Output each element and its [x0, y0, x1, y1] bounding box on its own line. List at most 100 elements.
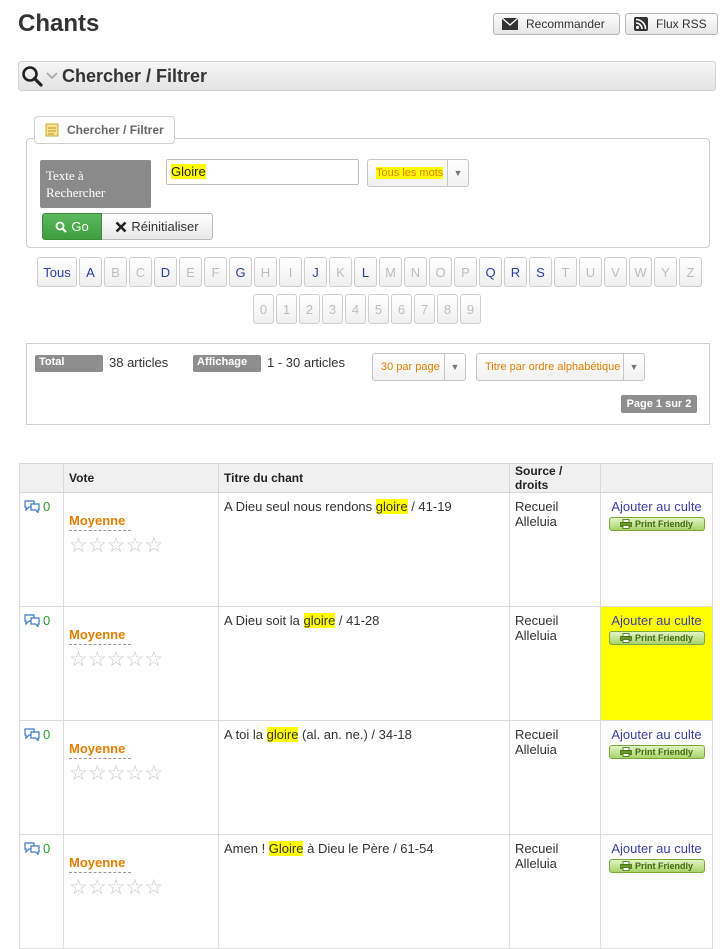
number-filter-4: 4	[345, 294, 366, 324]
number-filter-3: 3	[322, 294, 343, 324]
letter-filter-j[interactable]: J	[304, 257, 327, 287]
print-friendly-button[interactable]: Print Friendly	[608, 517, 705, 531]
rating-stars[interactable]: ☆☆☆☆☆	[69, 763, 213, 785]
title-cell[interactable]: A Dieu soit la gloire / 41-28	[218, 606, 510, 721]
star-icon[interactable]: ☆	[88, 876, 107, 899]
star-icon[interactable]: ☆	[88, 534, 107, 557]
star-icon[interactable]: ☆	[69, 534, 88, 557]
sort-select[interactable]: Titre par ordre alphabétique ▼	[476, 353, 645, 381]
title-cell[interactable]: A Dieu seul nous rendons gloire / 41-19	[218, 492, 510, 607]
comments-cell: 0	[19, 606, 64, 721]
title-text[interactable]: A Dieu seul nous rendons gloire / 41-19	[224, 499, 452, 514]
go-button[interactable]: Go	[42, 213, 102, 240]
filter-toggle-bar[interactable]: Chercher / Filtrer	[18, 61, 716, 91]
star-icon[interactable]: ☆	[69, 876, 88, 899]
number-filter: 0123456789	[253, 294, 481, 324]
comments-cell: 0	[19, 492, 64, 607]
comments-link[interactable]: 0	[24, 727, 58, 742]
recommend-button[interactable]: Recommander	[493, 13, 620, 35]
number-filter-9: 9	[460, 294, 481, 324]
star-icon[interactable]: ☆	[107, 534, 126, 557]
star-icon[interactable]: ☆	[125, 534, 144, 557]
search-highlight: gloire	[266, 727, 299, 742]
col-header-vote[interactable]: Vote	[63, 463, 219, 493]
star-icon[interactable]: ☆	[69, 648, 88, 671]
rss-icon	[634, 17, 648, 31]
letter-filter-r[interactable]: R	[504, 257, 527, 287]
caret-down-icon: ▼	[623, 354, 644, 380]
search-highlight: Gloire	[268, 841, 304, 856]
star-icon[interactable]: ☆	[125, 762, 144, 785]
star-icon[interactable]: ☆	[107, 648, 126, 671]
table-row: 0 Moyenne ☆☆☆☆☆ Amen ! Gloire à Dieu le Pèr…	[19, 834, 713, 949]
display-badge: Affichage	[193, 355, 261, 372]
title-text[interactable]: A toi la gloire (al. an. ne.) / 34-18	[224, 727, 412, 742]
title-text[interactable]: A Dieu soit la gloire / 41-28	[224, 613, 379, 628]
actions-cell: Ajouter au culte Print Friendly	[600, 720, 713, 835]
letter-filter-tous[interactable]: Tous	[37, 257, 77, 287]
letter-filter-q[interactable]: Q	[479, 257, 502, 287]
add-to-service-link[interactable]: Ajouter au culte	[606, 499, 707, 514]
letter-filter-s[interactable]: S	[529, 257, 552, 287]
per-page-value: 30 par page	[381, 361, 440, 373]
actions-cell: Ajouter au culte Print Friendly	[600, 492, 713, 607]
legend-label: Chercher / Filtrer	[67, 123, 164, 137]
title-text[interactable]: Amen ! Gloire à Dieu le Père / 61-54	[224, 841, 434, 856]
star-icon[interactable]: ☆	[144, 648, 163, 671]
print-friendly-button[interactable]: Print Friendly	[608, 631, 705, 645]
star-icon[interactable]: ☆	[125, 648, 144, 671]
letter-filter-a[interactable]: A	[79, 257, 102, 287]
add-to-service-link[interactable]: Ajouter au culte	[606, 727, 707, 742]
vote-cell: Moyenne ☆☆☆☆☆	[63, 492, 219, 607]
add-to-service-link[interactable]: Ajouter au culte	[606, 841, 707, 856]
letter-filter-d[interactable]: D	[154, 257, 177, 287]
comments-cell: 0	[19, 834, 64, 949]
star-icon[interactable]: ☆	[107, 762, 126, 785]
printer-icon	[620, 861, 632, 871]
recommend-label: Recommander	[526, 17, 605, 31]
printer-icon	[620, 519, 632, 529]
source-cell: Recueil Alleluia	[509, 606, 601, 721]
star-icon[interactable]: ☆	[107, 876, 126, 899]
alphabet-filter: Tous A B C D E F G H I J K L M N O P Q R S T U V W Y Z	[37, 257, 702, 287]
col-header-comments	[19, 463, 64, 493]
source-cell: Recueil Alleluia	[509, 720, 601, 835]
rating-stars[interactable]: ☆☆☆☆☆	[69, 877, 213, 899]
comments-link[interactable]: 0	[24, 499, 58, 514]
per-page-select[interactable]: 30 par page ▼	[372, 353, 466, 381]
print-friendly-label: Print Friendly	[634, 747, 693, 757]
add-to-service-link[interactable]: Ajouter au culte	[606, 613, 707, 628]
comments-cell: 0	[19, 720, 64, 835]
rating-stars[interactable]: ☆☆☆☆☆	[69, 535, 213, 557]
col-header-actions	[600, 463, 713, 493]
star-icon[interactable]: ☆	[88, 762, 107, 785]
table-row: 0 Moyenne ☆☆☆☆☆ A Dieu seul nous rendons gl…	[19, 492, 713, 607]
title-cell[interactable]: A toi la gloire (al. an. ne.) / 34-18	[218, 720, 510, 835]
letter-filter-g[interactable]: G	[229, 257, 252, 287]
star-icon[interactable]: ☆	[69, 762, 88, 785]
search-input[interactable]: Gloire	[166, 159, 359, 185]
star-icon[interactable]: ☆	[125, 876, 144, 899]
go-label: Go	[71, 219, 89, 234]
table-row: 0 Moyenne ☆☆☆☆☆ A Dieu soit la gloire / 41-…	[19, 606, 713, 721]
letter-filter-l[interactable]: L	[354, 257, 377, 287]
number-filter-0: 0	[253, 294, 274, 324]
star-icon[interactable]: ☆	[144, 534, 163, 557]
title-cell[interactable]: Amen ! Gloire à Dieu le Père / 61-54	[218, 834, 510, 949]
col-header-title[interactable]: Titre du chant	[218, 463, 510, 493]
vote-cell: Moyenne ☆☆☆☆☆	[63, 606, 219, 721]
comment-icon	[24, 614, 40, 627]
comments-link[interactable]: 0	[24, 613, 58, 628]
rating-stars[interactable]: ☆☆☆☆☆	[69, 649, 213, 671]
comments-link[interactable]: 0	[24, 841, 58, 856]
reset-button[interactable]: Réinitialiser	[102, 213, 213, 240]
number-filter-1: 1	[276, 294, 297, 324]
rss-button[interactable]: Flux RSS	[625, 13, 718, 35]
star-icon[interactable]: ☆	[144, 876, 163, 899]
print-friendly-button[interactable]: Print Friendly	[608, 745, 705, 759]
star-icon[interactable]: ☆	[144, 762, 163, 785]
star-icon[interactable]: ☆	[88, 648, 107, 671]
search-mode-select[interactable]: Tous les mots ▼	[367, 159, 469, 187]
print-friendly-button[interactable]: Print Friendly	[608, 859, 705, 873]
col-header-source[interactable]: Source / droits	[509, 463, 601, 493]
